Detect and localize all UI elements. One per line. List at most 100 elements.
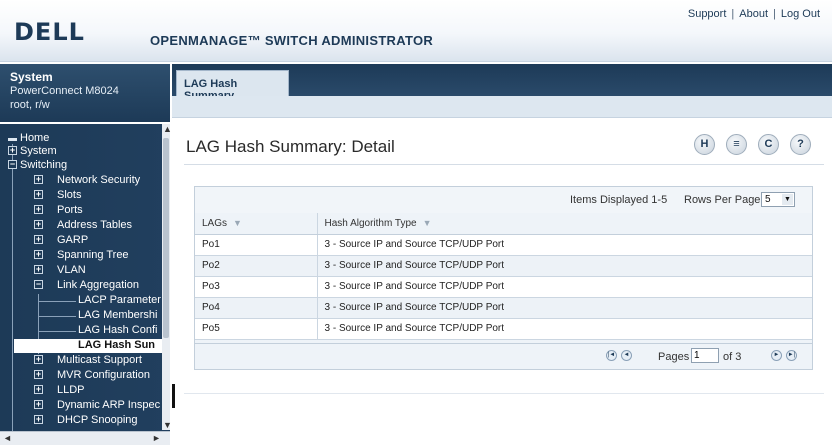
top-links: Support | About | Log Out (688, 8, 820, 20)
nav-item-dhcp-snooping[interactable]: DHCP Snooping (57, 414, 138, 427)
tree-connector (12, 144, 13, 434)
nav-item-system[interactable]: System (20, 145, 57, 158)
expand-plus-icon[interactable]: + (8, 146, 17, 155)
expand-plus-icon[interactable]: + (34, 175, 43, 184)
nav-item-link-aggregation[interactable]: Link Aggregation (57, 279, 139, 292)
rows-per-page-value: 5 (765, 194, 771, 205)
about-link[interactable]: About (739, 8, 768, 20)
table-row[interactable]: Po5 3 - Source IP and Source TCP/UDP Por… (195, 318, 812, 340)
tab-lag-hash-summary[interactable]: LAG Hash Summary (176, 70, 289, 102)
scroll-up-icon[interactable]: ▲ (163, 124, 172, 134)
table-row[interactable]: Po1 3 - Source IP and Source TCP/UDP Por… (195, 234, 812, 256)
table-row[interactable]: Po4 3 - Source IP and Source TCP/UDP Por… (195, 297, 812, 319)
system-user: root, r/w (10, 99, 50, 111)
page-number-input[interactable]: 1 (691, 348, 719, 363)
expand-plus-icon[interactable]: + (34, 220, 43, 229)
tree-connector (38, 331, 76, 332)
nav-item-vlan[interactable]: VLAN (57, 264, 86, 277)
nav-item-home[interactable]: Home (20, 132, 49, 145)
hash-cell: 3 - Source IP and Source TCP/UDP Port (317, 318, 812, 340)
column-header-hash-algorithm[interactable]: Hash Algorithm Type ▼ (317, 213, 812, 235)
save-icon[interactable]: H (694, 134, 715, 155)
hash-cell: 3 - Source IP and Source TCP/UDP Port (317, 276, 812, 298)
expand-plus-icon[interactable]: + (34, 355, 43, 364)
tree-connector (38, 316, 76, 317)
tab-content-bar (172, 96, 832, 118)
expand-plus-icon[interactable]: + (34, 415, 43, 424)
logout-link[interactable]: Log Out (781, 8, 820, 20)
header-bar: DELL OPENMANAGE™ SWITCH ADMINISTRATOR Su… (0, 0, 832, 62)
print-icon[interactable]: ≡ (726, 134, 747, 155)
nav-item-spanning-tree[interactable]: Spanning Tree (57, 249, 129, 262)
nav-item-slots[interactable]: Slots (57, 189, 81, 202)
lag-hash-table: LAGs ▼ Hash Algorithm Type ▼ Po1 3 - Sourc… (195, 213, 812, 340)
nav-item-lacp-parameters[interactable]: LACP Parameter (78, 294, 161, 307)
nav-item-dynamic-arp-inspection[interactable]: Dynamic ARP Inspec (57, 399, 160, 412)
table-row[interactable]: Po2 3 - Source IP and Source TCP/UDP Por… (195, 255, 812, 277)
lag-hash-table-panel: Items Displayed 1-5 Rows Per Page 5 ▼ LA… (194, 186, 813, 370)
expand-plus-icon[interactable]: + (34, 190, 43, 199)
nav-item-network-security[interactable]: Network Security (57, 174, 140, 187)
nav-item-lldp[interactable]: LLDP (57, 384, 85, 397)
expand-plus-icon[interactable]: + (34, 235, 43, 244)
nav-item-multicast-support[interactable]: Multicast Support (57, 354, 142, 367)
nav-tree: Home + System − Switching + Network Secu… (0, 124, 170, 445)
panel-resize-handle[interactable] (172, 384, 175, 408)
lag-cell: Po3 (195, 276, 318, 298)
expand-plus-icon[interactable]: + (34, 250, 43, 259)
nav-item-garp[interactable]: GARP (57, 234, 88, 247)
system-title: System (10, 70, 53, 84)
hash-cell: 3 - Source IP and Source TCP/UDP Port (317, 297, 812, 319)
sort-icon: ▼ (422, 217, 432, 228)
help-icon[interactable]: ? (790, 134, 811, 155)
first-page-icon[interactable]: |◄ (606, 350, 617, 361)
nav-item-lag-hash-summary[interactable]: LAG Hash Sun (14, 339, 162, 353)
lag-cell: Po5 (195, 318, 318, 340)
previous-page-icon[interactable]: ◄ (621, 350, 632, 361)
table-toolbar: Items Displayed 1-5 Rows Per Page 5 ▼ (195, 187, 812, 213)
system-panel: System PowerConnect M8024 root, r/w (0, 64, 170, 122)
lag-cell: Po4 (195, 297, 318, 319)
hash-cell: 3 - Source IP and Source TCP/UDP Port (317, 255, 812, 277)
nav-horizontal-scrollbar[interactable]: ◄ ► (0, 431, 170, 445)
table-header-row: LAGs ▼ Hash Algorithm Type ▼ (195, 213, 812, 235)
nav-item-mvr-configuration[interactable]: MVR Configuration (57, 369, 150, 382)
app-title: OPENMANAGE™ SWITCH ADMINISTRATOR (150, 33, 434, 48)
home-icon (8, 138, 17, 141)
title-divider (184, 164, 824, 165)
items-displayed: Items Displayed 1-5 (570, 194, 668, 206)
scroll-right-icon[interactable]: ► (152, 433, 161, 443)
hash-cell: 3 - Source IP and Source TCP/UDP Port (317, 234, 812, 256)
scroll-down-icon[interactable]: ▼ (163, 420, 172, 430)
lag-cell: Po2 (195, 255, 318, 277)
expand-plus-icon[interactable]: + (34, 370, 43, 379)
last-page-icon[interactable]: ►| (786, 350, 797, 361)
refresh-icon[interactable]: C (758, 134, 779, 155)
sort-icon: ▼ (233, 217, 242, 228)
table-pager: |◄ ◄ Pages 1 of 3 ► ►| (195, 343, 812, 369)
nav-item-address-tables[interactable]: Address Tables (57, 219, 132, 232)
dell-logo: DELL (14, 18, 85, 46)
app-window: DELL OPENMANAGE™ SWITCH ADMINISTRATOR Su… (0, 0, 832, 445)
expand-plus-icon[interactable]: + (34, 385, 43, 394)
rows-per-page-select[interactable]: 5 ▼ (761, 192, 795, 207)
page-title: LAG Hash Summary: Detail (186, 137, 395, 156)
nav-item-ports[interactable]: Ports (57, 204, 83, 217)
nav-item-switching[interactable]: Switching (20, 159, 67, 172)
collapse-minus-icon[interactable]: − (34, 280, 43, 289)
chevron-down-icon[interactable]: ▼ (782, 194, 793, 205)
rows-per-page-label: Rows Per Page (684, 194, 761, 206)
expand-plus-icon[interactable]: + (34, 400, 43, 409)
nav-scroll-thumb[interactable] (163, 138, 169, 338)
bottom-divider (184, 393, 824, 394)
nav-item-lag-membership[interactable]: LAG Membershi (78, 309, 157, 322)
support-link[interactable]: Support (688, 8, 727, 20)
collapse-minus-icon[interactable]: − (8, 160, 17, 169)
nav-item-lag-hash-config[interactable]: LAG Hash Confi (78, 324, 157, 337)
expand-plus-icon[interactable]: + (34, 205, 43, 214)
next-page-icon[interactable]: ► (771, 350, 782, 361)
column-header-lags[interactable]: LAGs ▼ (195, 213, 318, 235)
expand-plus-icon[interactable]: + (34, 265, 43, 274)
table-row[interactable]: Po3 3 - Source IP and Source TCP/UDP Por… (195, 276, 812, 298)
scroll-left-icon[interactable]: ◄ (3, 433, 12, 443)
